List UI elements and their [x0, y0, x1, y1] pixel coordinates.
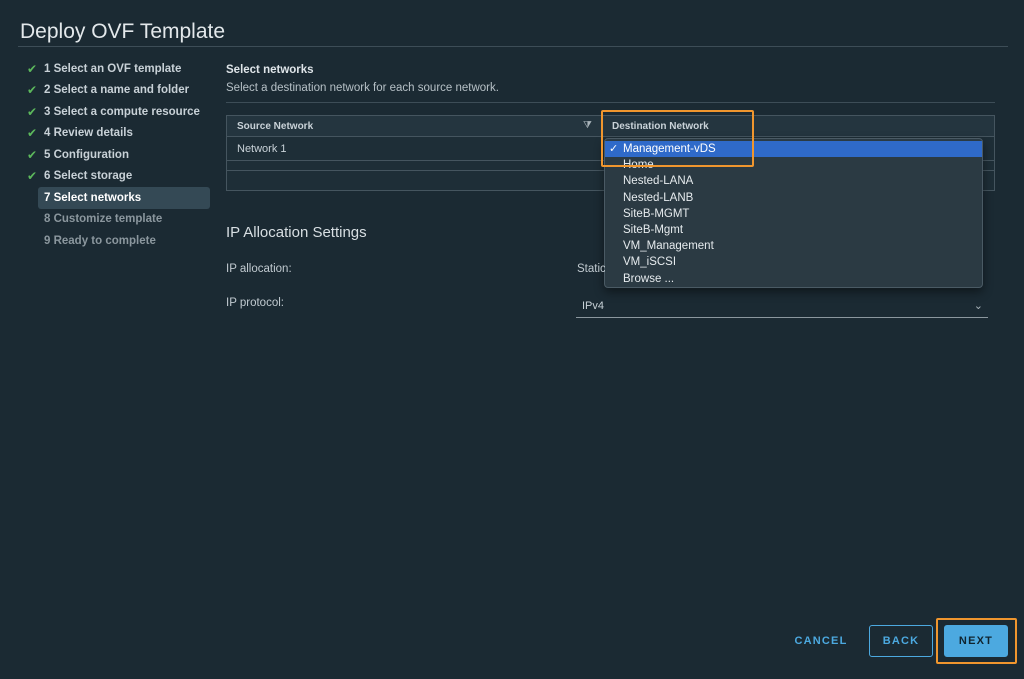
step-select-name-folder[interactable]: ✔ 2 Select a name and folder [24, 80, 210, 102]
column-divider[interactable] [601, 116, 602, 137]
step-select-ovf-template[interactable]: ✔ 1 Select an OVF template [24, 58, 210, 80]
ip-allocation-value: Static [577, 263, 605, 275]
dropdown-option-vm-management[interactable]: VM_Management [605, 238, 982, 254]
step-customize-template: 8 Customize template [24, 209, 210, 231]
ip-allocation-label: IP allocation: [226, 263, 292, 275]
step-review-details[interactable]: ✔ 4 Review details [24, 123, 210, 145]
next-button[interactable]: NEXT [944, 625, 1008, 657]
filter-icon[interactable]: ⧩ [583, 120, 592, 131]
dropdown-option-vm-iscsi[interactable]: VM_iSCSI [605, 254, 982, 270]
ip-protocol-value: IPv4 [582, 300, 605, 312]
check-icon: ✔ [27, 83, 38, 98]
section-subtitle: Select a destination network for each so… [226, 82, 499, 94]
grid-header: Source Network ⧩ Destination Network [227, 116, 994, 137]
step-label: 8 Customize template [44, 213, 163, 226]
dropdown-option-nested-lanb[interactable]: Nested-LANB [605, 190, 982, 206]
dropdown-option-management-vds[interactable]: ✓ Management-vDS [605, 141, 982, 158]
back-button[interactable]: BACK [869, 625, 933, 657]
ip-protocol-label: IP protocol: [226, 297, 284, 309]
step-configuration[interactable]: ✔ 5 Configuration [24, 144, 210, 166]
check-icon: ✔ [27, 147, 38, 162]
step-select-compute-resource[interactable]: ✔ 3 Select a compute resource [24, 101, 210, 123]
dropdown-option-browse[interactable]: Browse ... [605, 271, 982, 287]
step-ready-to-complete: 9 Ready to complete [24, 230, 210, 252]
step-label: 1 Select an OVF template [44, 62, 182, 75]
check-icon: ✔ [27, 169, 38, 184]
cancel-button[interactable]: CANCEL [782, 625, 860, 657]
column-header-destination-network[interactable]: Destination Network [612, 121, 709, 132]
checkmark-icon: ✓ [609, 143, 619, 155]
step-label: 2 Select a name and folder [44, 84, 190, 97]
step-label: 5 Configuration [44, 148, 129, 161]
wizard-steps: ✔ 1 Select an OVF template ✔ 2 Select a … [24, 58, 210, 252]
step-label: 6 Select storage [44, 170, 133, 183]
check-icon: ✔ [27, 126, 38, 141]
section-divider [226, 102, 995, 103]
dropdown-option-siteb-mgmt[interactable]: SiteB-Mgmt [605, 222, 982, 238]
check-icon: ✔ [27, 61, 38, 76]
title-divider [18, 46, 1008, 47]
section-title: Select networks [226, 64, 314, 76]
destination-network-dropdown[interactable]: ✓ Management-vDS Home Nested-LANA Nested… [604, 138, 983, 288]
step-select-networks[interactable]: 7 Select networks [38, 187, 210, 209]
check-icon: ✔ [27, 104, 38, 119]
source-network-cell: Network 1 [237, 143, 287, 155]
dropdown-option-home[interactable]: Home [605, 157, 982, 173]
dropdown-option-siteb-mgmt-upper[interactable]: SiteB-MGMT [605, 206, 982, 222]
step-label: 9 Ready to complete [44, 234, 156, 247]
step-label: 3 Select a compute resource [44, 105, 200, 118]
option-label: Management-vDS [623, 143, 716, 155]
step-select-storage[interactable]: ✔ 6 Select storage [24, 166, 210, 188]
column-header-source-network[interactable]: Source Network [237, 121, 313, 132]
step-label: 7 Select networks [44, 191, 142, 204]
chevron-down-icon: ⌄ [973, 300, 983, 312]
ip-allocation-settings-title: IP Allocation Settings [226, 224, 367, 241]
dropdown-option-nested-lana[interactable]: Nested-LANA [605, 173, 982, 189]
ip-protocol-select[interactable]: IPv4 ⌄ [576, 296, 988, 318]
wizard-title: Deploy OVF Template [20, 20, 226, 43]
step-label: 4 Review details [44, 127, 133, 140]
